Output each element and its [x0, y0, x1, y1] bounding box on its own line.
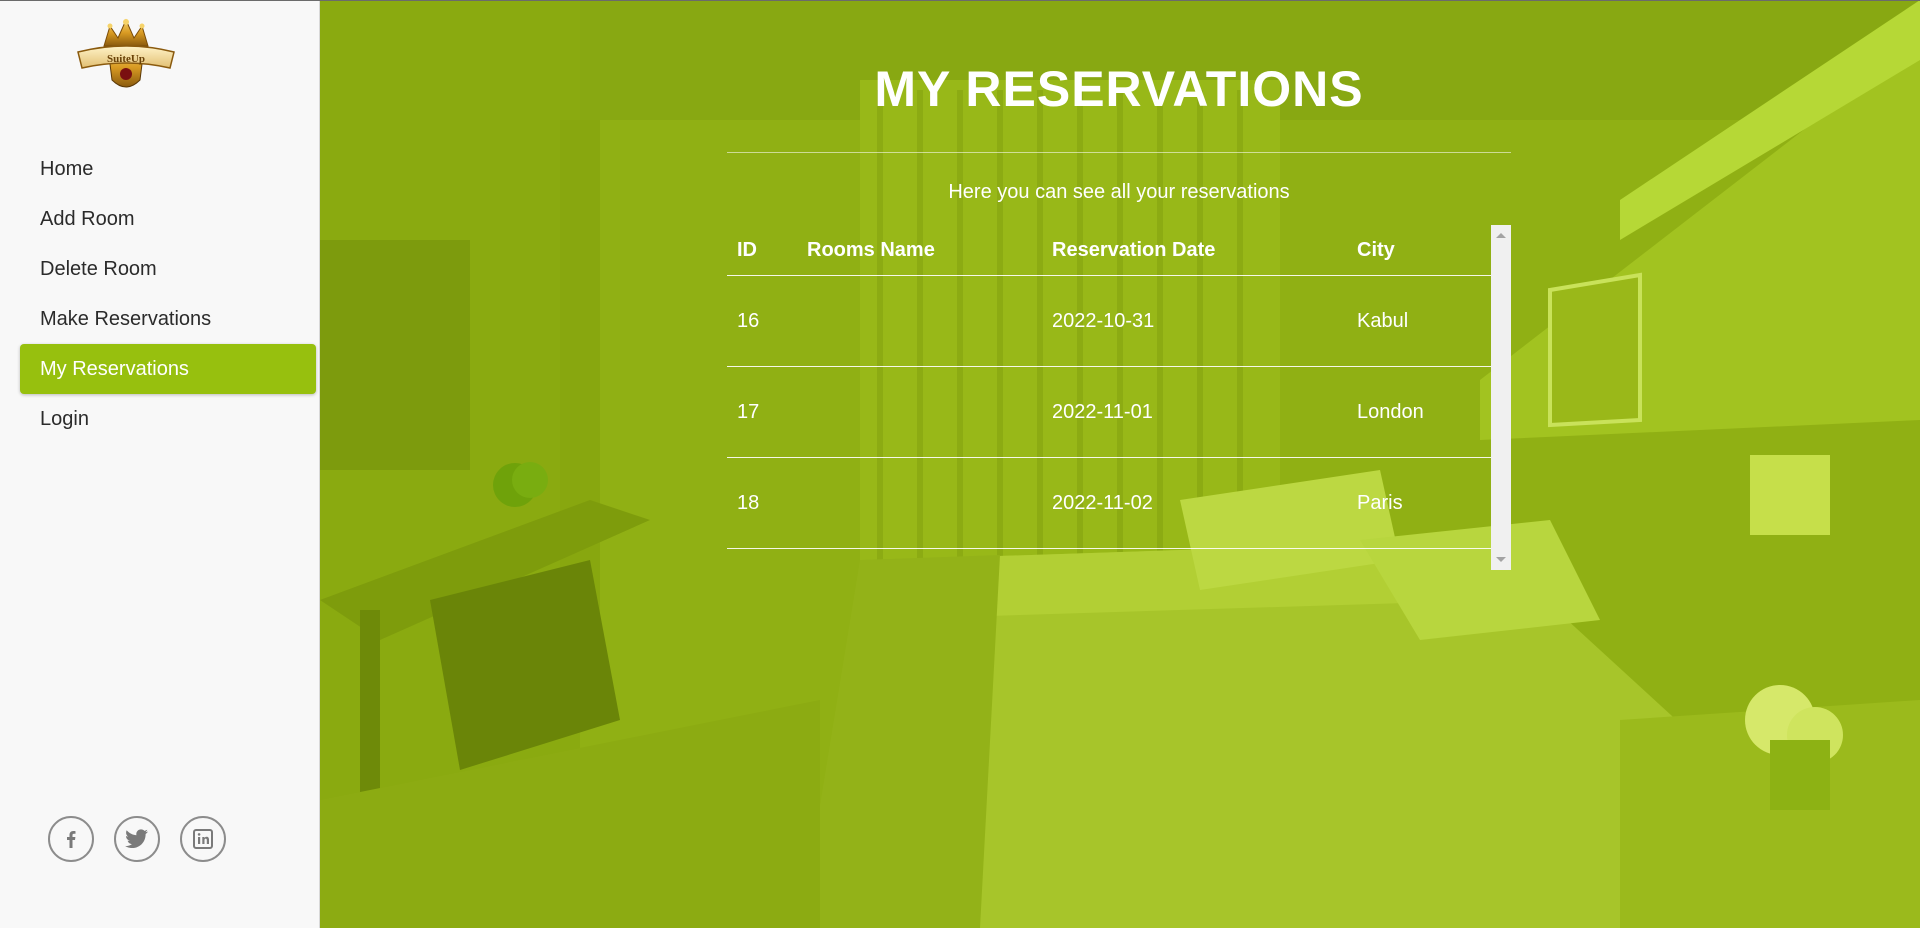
- social-links: [48, 816, 226, 862]
- cell-id: 16: [727, 275, 797, 367]
- title-divider: [727, 152, 1511, 153]
- app-window: SuiteUp Home Add Room Delete Room Make R…: [0, 0, 1920, 928]
- cell-id: 17: [727, 366, 797, 458]
- linkedin-button[interactable]: [180, 816, 226, 862]
- cell-city: Paris: [1347, 457, 1491, 549]
- cell-room-name: [797, 457, 1042, 549]
- reservations-panel: MY RESERVATIONS Here you can see all you…: [727, 0, 1511, 570]
- header-reservation-date: Reservation Date: [1042, 225, 1347, 276]
- table-row: 18 2022-11-02 Paris: [727, 457, 1491, 549]
- table-row: 16 2022-10-31 Kabul: [727, 275, 1491, 367]
- top-border: [0, 0, 1920, 1]
- table-header-row: ID Rooms Name Reservation Date City: [727, 225, 1491, 276]
- scroll-down-arrow-icon[interactable]: [1496, 557, 1506, 562]
- reservations-table: ID Rooms Name Reservation Date City 16 2…: [727, 225, 1491, 549]
- table-row: 17 2022-11-01 London: [727, 366, 1491, 458]
- page-subtitle: Here you can see all your reservations: [948, 181, 1290, 203]
- cell-room-name: [797, 366, 1042, 458]
- crown-logo-icon: SuiteUp: [77, 18, 175, 88]
- cell-reservation-date: 2022-11-01: [1042, 366, 1347, 458]
- sidebar-item-login[interactable]: Login: [20, 394, 316, 444]
- sidebar-item-my-reservations[interactable]: My Reservations: [20, 344, 316, 394]
- main-content: MY RESERVATIONS Here you can see all you…: [320, 0, 1920, 928]
- page-title: MY RESERVATIONS: [874, 61, 1364, 117]
- cell-id: 18: [727, 457, 797, 549]
- cell-reservation-date: 2022-11-02: [1042, 457, 1347, 549]
- header-id: ID: [727, 225, 797, 276]
- svg-text:SuiteUp: SuiteUp: [107, 53, 145, 65]
- cell-reservation-date: 2022-10-31: [1042, 275, 1347, 367]
- reservations-table-container[interactable]: ID Rooms Name Reservation Date City 16 2…: [727, 225, 1511, 570]
- sidebar-item-make-reservations[interactable]: Make Reservations: [20, 294, 316, 344]
- twitter-icon: [125, 829, 148, 848]
- cell-room-name: [797, 275, 1042, 367]
- sidebar-item-add-room[interactable]: Add Room: [20, 194, 316, 244]
- sidebar-item-home[interactable]: Home: [20, 144, 316, 194]
- facebook-button[interactable]: [48, 816, 94, 862]
- cell-city: London: [1347, 366, 1491, 458]
- table-scrollbar[interactable]: [1491, 225, 1511, 570]
- header-rooms-name: Rooms Name: [797, 225, 1042, 276]
- suiteup-logo[interactable]: SuiteUp: [74, 18, 178, 98]
- cell-city: Kabul: [1347, 275, 1491, 367]
- sidebar: SuiteUp Home Add Room Delete Room Make R…: [0, 0, 320, 928]
- header-city: City: [1347, 225, 1491, 276]
- facebook-icon: [67, 831, 76, 848]
- sidebar-nav: Home Add Room Delete Room Make Reservati…: [20, 144, 316, 444]
- twitter-button[interactable]: [114, 816, 160, 862]
- linkedin-icon: [193, 829, 213, 849]
- sidebar-item-delete-room[interactable]: Delete Room: [20, 244, 316, 294]
- scroll-up-arrow-icon[interactable]: [1496, 233, 1506, 238]
